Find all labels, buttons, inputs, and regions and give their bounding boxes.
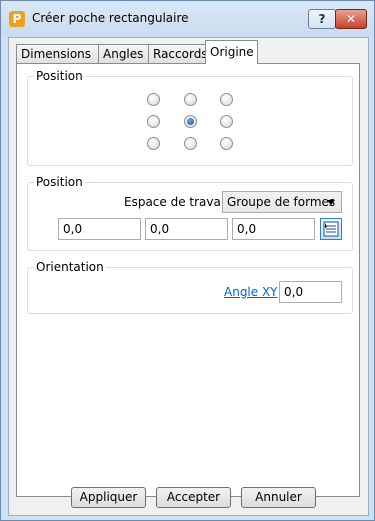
chevron-down-icon [327, 200, 335, 205]
orientation-label: Orientation [34, 260, 106, 274]
help-button[interactable]: ? [308, 9, 336, 29]
workspace-select-value: Groupe de formes [227, 195, 336, 209]
origin-position-label: Position [34, 69, 85, 83]
origin-radio-top-right[interactable] [220, 93, 233, 106]
dialog-body: Dimensions Angles Raccords Origine Posit… [8, 37, 369, 516]
origin-radio-middle-left[interactable] [147, 115, 160, 128]
tab-dimensions[interactable]: Dimensions [16, 44, 99, 63]
origin-radio-bottom-left[interactable] [147, 137, 160, 150]
accept-button[interactable]: Accepter [156, 487, 231, 508]
angle-xy-link[interactable]: Angle XY [224, 285, 278, 299]
workspace-select[interactable]: Groupe de formes [222, 191, 342, 213]
dialog-window: P Créer poche rectangulaire ? ✕ Dimensio… [0, 0, 375, 521]
tab-origine[interactable]: Origine [205, 40, 258, 64]
app-icon: P [9, 11, 25, 27]
tab-angles[interactable]: Angles [98, 44, 149, 63]
window-title: Créer poche rectangulaire [32, 11, 189, 25]
close-button[interactable]: ✕ [335, 9, 367, 29]
cancel-button[interactable]: Annuler [241, 487, 316, 508]
title-bar[interactable]: P Créer poche rectangulaire ? ✕ [1, 1, 374, 37]
origin-radio-top-center[interactable] [184, 93, 197, 106]
angle-xy-input[interactable]: 0,0 [279, 281, 342, 303]
origin-radio-top-left[interactable] [147, 93, 160, 106]
origin-radio-bottom-center[interactable] [184, 137, 197, 150]
workspace-label: Espace de travail [124, 195, 228, 209]
pick-position-button[interactable] [320, 218, 342, 240]
apply-button[interactable]: Appliquer [71, 487, 146, 508]
origin-radio-center[interactable] [184, 115, 197, 128]
position-picker-icon [323, 221, 339, 237]
position-coords-label: Position [34, 175, 85, 189]
tab-raccords[interactable]: Raccords [148, 44, 208, 63]
z-coord-input[interactable]: 0,0 [232, 218, 315, 240]
tab-page-origine: Position Position Espace de travail Grou… [16, 63, 360, 497]
orientation-group: Orientation Angle XY 0,0 [27, 260, 353, 314]
origin-radio-bottom-right[interactable] [220, 137, 233, 150]
origin-position-group: Position [27, 69, 353, 166]
x-coord-input[interactable]: 0,0 [58, 218, 141, 240]
origin-radio-middle-right[interactable] [220, 115, 233, 128]
y-coord-input[interactable]: 0,0 [145, 218, 228, 240]
position-coords-group: Position Espace de travail Groupe de for… [27, 175, 353, 251]
